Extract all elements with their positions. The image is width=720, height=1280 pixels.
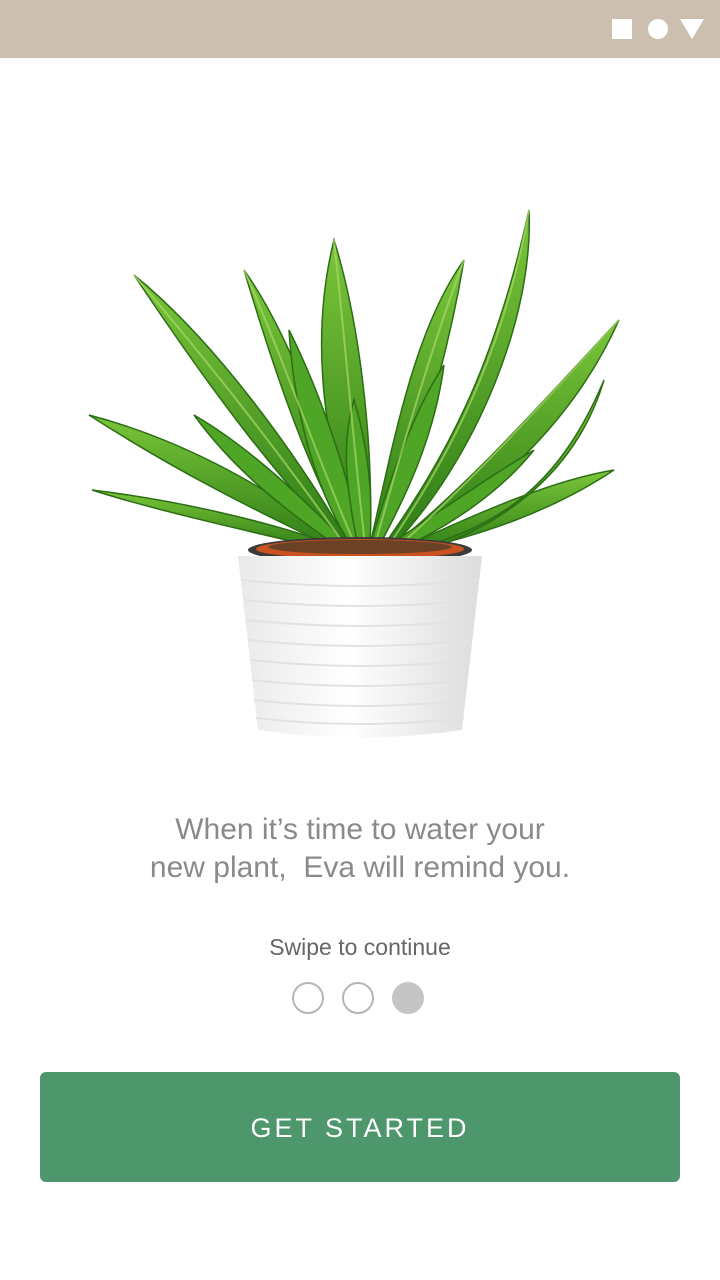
page-dot-3-active[interactable] [392,982,424,1014]
circle-icon [648,19,668,39]
onboarding-message: When it’s time to water your new plant, … [60,811,660,887]
page-indicator [0,982,720,1014]
message-line-2: new plant, Eva will remind you. [149,851,571,884]
potted-fern-image [88,209,620,738]
square-icon [612,19,632,39]
get-started-button[interactable]: GET STARTED [40,1072,680,1182]
triangle-icon [680,19,704,39]
page-dot-2[interactable] [342,982,374,1014]
swipe-hint: Swipe to continue [269,934,451,960]
message-line-1: When it’s time to water your [175,813,545,846]
status-bar [0,0,720,58]
onboarding-screen: When it’s time to water your new plant, … [0,0,720,1280]
page-dot-1[interactable] [292,982,324,1014]
